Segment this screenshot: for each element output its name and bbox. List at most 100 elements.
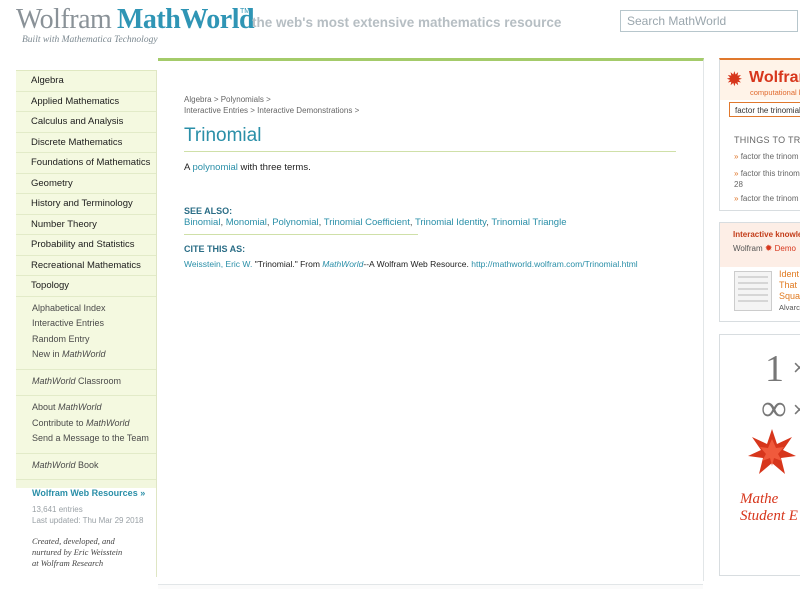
citation: Weisstein, Eric W. "Trinomial." From Mat…: [184, 259, 638, 269]
topic-history-and-terminology[interactable]: History and Terminology: [16, 194, 156, 215]
nav-new-in-mathworld-em: MathWorld: [62, 349, 106, 359]
nav-new-in-prefix: New in: [32, 349, 63, 359]
topic-algebra[interactable]: Algebra: [16, 70, 156, 92]
definition-polynomial-link[interactable]: polynomial: [192, 162, 237, 173]
nav-about-mathworld[interactable]: About MathWorld: [16, 400, 156, 416]
topic-foundations-of-mathematics[interactable]: Foundations of Mathematics: [16, 153, 156, 174]
breadcrumb-sep: >: [354, 106, 360, 115]
logo-wolfram[interactable]: Wolfram: [16, 4, 112, 36]
title-divider: [184, 151, 676, 152]
breadcrumb-sep: >: [266, 95, 271, 104]
see-also-trinomial-coefficient[interactable]: Trinomial Coefficient: [324, 217, 410, 228]
demo-header: Interactive knowled Wolfram ✹ Demo: [720, 223, 800, 267]
demonstrations-widget: Interactive knowled Wolfram ✹ Demo Ident…: [719, 222, 800, 322]
wa-logo-text[interactable]: Wolfram: [749, 69, 800, 87]
wolfram-alpha-widget: ✹ Wolfram computational k factor the tri…: [719, 58, 800, 211]
topic-applied-mathematics[interactable]: Applied Mathematics: [16, 91, 156, 112]
nav-about-prefix: About: [32, 402, 59, 412]
last-updated: Last updated: Thu Mar 29 2018: [32, 516, 144, 525]
thumb-line: [738, 300, 768, 302]
try-item-2-text: factor this trinom: [740, 169, 800, 178]
cite-text-1: "Trinomial." From: [252, 259, 323, 269]
breadcrumb-polynomials[interactable]: Polynomials: [221, 95, 264, 104]
breadcrumb-sep: >: [250, 106, 255, 115]
cite-url-link[interactable]: http://mathworld.wolfram.com/Trinomial.h…: [471, 259, 637, 269]
wa-query-input[interactable]: factor the trinomial: [729, 102, 800, 117]
topic-number-theory[interactable]: Number Theory: [16, 214, 156, 235]
see-also-monomial[interactable]: Monomial: [226, 217, 267, 228]
nav-contribute-prefix: Contribute to: [32, 417, 87, 428]
see-also-polynomial[interactable]: Polynomial: [272, 217, 318, 228]
see-also-binomial[interactable]: Binomial: [184, 217, 220, 228]
topic-recreational-mathematics[interactable]: Recreational Mathematics: [16, 255, 156, 276]
things-to-try-heading: THINGS TO TRY: [734, 135, 800, 145]
nav-interactive-entries[interactable]: Interactive Entries: [16, 316, 156, 332]
topic-discrete-mathematics[interactable]: Discrete Mathematics: [16, 132, 156, 153]
nav-group-classroom: MathWorld Classroom: [16, 369, 156, 396]
breadcrumb-line-2: Interactive Entries > Interactive Demons…: [184, 105, 359, 116]
topic-probability-and-statistics[interactable]: Probability and Statistics: [16, 235, 156, 256]
demo-thumbnail[interactable]: [734, 271, 772, 311]
nav-contribute[interactable]: Contribute to MathWorld: [16, 416, 156, 432]
try-item-2[interactable]: » factor this trinom 28: [734, 168, 800, 190]
ad-times-icon: ×: [793, 397, 800, 423]
topic-calculus-and-analysis[interactable]: Calculus and Analysis: [16, 112, 156, 133]
try-item-2-text-2: 28: [734, 180, 743, 189]
try-item-1-text: factor the trinom: [740, 152, 799, 161]
see-also-trinomial-identity[interactable]: Trinomial Identity: [415, 217, 486, 228]
nav-book-suffix: Book: [75, 459, 99, 470]
cite-author-link[interactable]: Weisstein, Eric W.: [184, 259, 252, 269]
cite-text-2: --A Wolfram Web Resource.: [363, 259, 472, 269]
ad-text: Mathe Student E: [740, 491, 798, 525]
demo-title-line-1: Ident: [779, 269, 800, 279]
demo-title-line-2: That: [779, 280, 798, 290]
ad-text-line-1: Mathe: [740, 491, 779, 507]
ad-one-glyph: 1: [765, 348, 784, 390]
breadcrumb: Algebra > Polynomials > Interactive Entr…: [184, 94, 359, 116]
nav-mathworld-book[interactable]: MathWorld Book: [16, 458, 156, 474]
entry-count: 13,641 entries: [32, 505, 83, 514]
breadcrumb-sep: >: [213, 95, 219, 104]
cite-heading: CITE THIS AS:: [184, 244, 246, 254]
wa-subtitle: computational k: [750, 88, 800, 97]
search-input[interactable]: [620, 10, 798, 32]
see-also-list: Binomial, Monomial, Polynomial, Trinomia…: [184, 217, 566, 228]
try-item-3[interactable]: » factor the trinom: [734, 194, 799, 203]
credit-line-2: nurtured by Eric Weisstein: [32, 547, 123, 557]
ad-text-line-2: Student E: [740, 508, 798, 524]
breadcrumb-interactive-demonstrations[interactable]: Interactive Demonstrations: [257, 106, 352, 115]
site-header: Wolfram MathWorld TM Built with Mathemat…: [0, 0, 800, 46]
thumb-line: [738, 276, 768, 278]
see-also-heading: SEE ALSO:: [184, 206, 233, 216]
wa-header: ✹ Wolfram computational k: [720, 60, 800, 100]
mathematica-student-ad[interactable]: 1 × ∞ × Mathe Student E: [719, 334, 800, 576]
wolfram-web-resources-link[interactable]: Wolfram Web Resources »: [16, 488, 156, 498]
topic-topology[interactable]: Topology: [16, 276, 156, 297]
topic-geometry[interactable]: Geometry: [16, 173, 156, 194]
nav-group-book: MathWorld Book: [16, 453, 156, 480]
nav-alphabetical-index[interactable]: Alphabetical Index: [16, 301, 156, 317]
ad-infinity-glyph: ∞: [761, 388, 787, 428]
nav-contribute-mathworld-em: MathWorld: [86, 417, 130, 428]
definition: A polynomial with three terms.: [184, 162, 311, 173]
see-also-trinomial-triangle[interactable]: Trinomial Triangle: [491, 217, 566, 228]
demo-brand[interactable]: Wolfram ✹ Demo: [733, 243, 796, 254]
try-bullet-icon: »: [734, 152, 739, 161]
cite-mathworld[interactable]: MathWorld: [322, 259, 363, 269]
nav-new-in-mathworld[interactable]: New in MathWorld: [16, 347, 156, 363]
nav-send-message[interactable]: Send a Message to the Team: [16, 431, 156, 447]
nav-mathworld-classroom[interactable]: MathWorld Classroom: [16, 374, 156, 390]
demo-heading: Interactive knowled: [733, 230, 800, 239]
breadcrumb-algebra[interactable]: Algebra: [184, 95, 212, 104]
demo-title-line-3: Squa: [779, 291, 800, 301]
nav-group-about: About MathWorld Contribute to MathWorld …: [16, 396, 156, 454]
thumb-line: [738, 288, 768, 290]
left-navigation: Algebra Applied Mathematics Calculus and A…: [16, 70, 157, 577]
demo-title-link[interactable]: Ident That Squa: [779, 269, 800, 302]
nav-book-mathworld-em: MathWorld: [32, 459, 76, 470]
nav-random-entry[interactable]: Random Entry: [16, 332, 156, 348]
breadcrumb-interactive-entries[interactable]: Interactive Entries: [184, 106, 248, 115]
logo-mathworld[interactable]: MathWorld: [117, 4, 255, 36]
try-item-1[interactable]: » factor the trinom: [734, 152, 799, 161]
definition-suffix: with three terms.: [237, 162, 311, 173]
